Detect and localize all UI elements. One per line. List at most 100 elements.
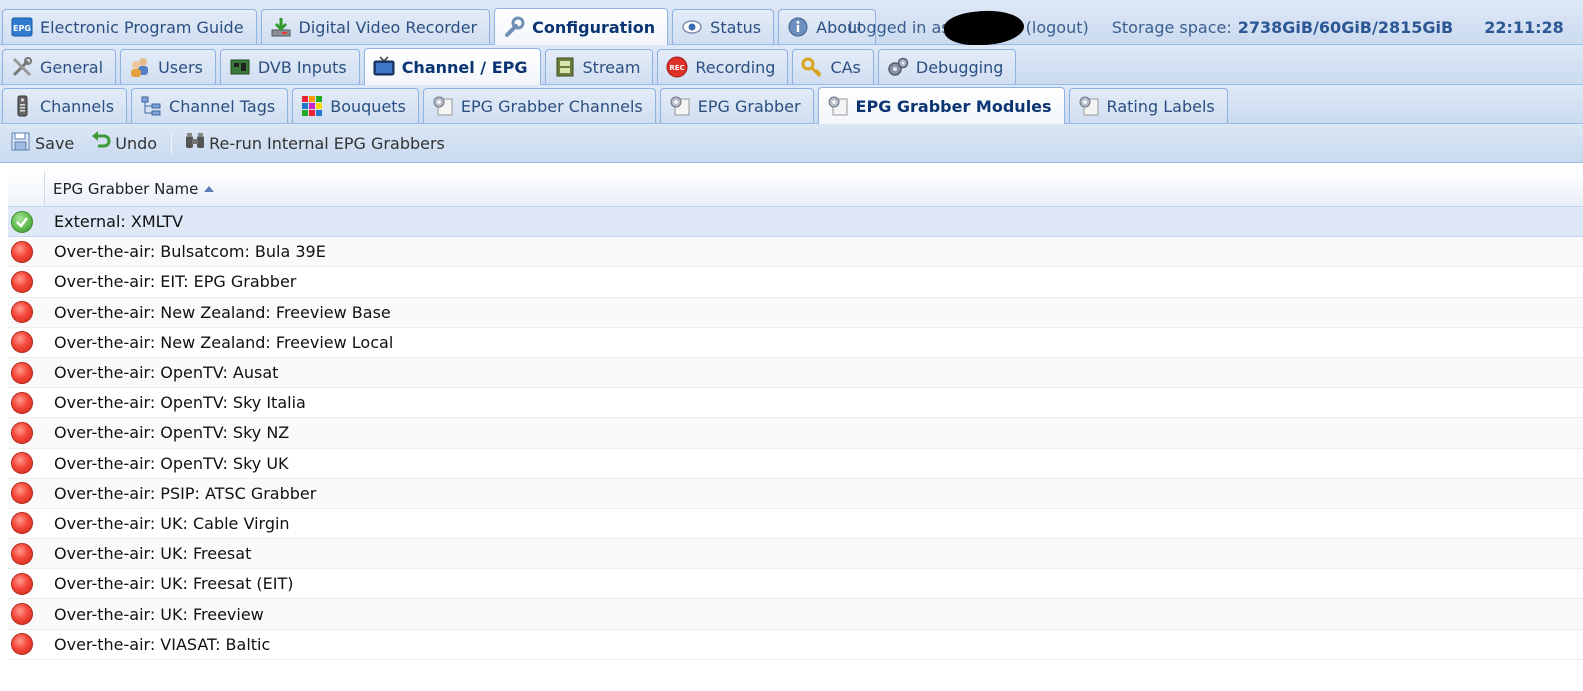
rerun-epg-grabbers-button[interactable]: Re-run Internal EPG Grabbers	[180, 127, 449, 159]
row-name: Over-the-air: UK: Cable Virgin	[54, 513, 290, 533]
row-name: Over-the-air: PSIP: ATSC Grabber	[54, 483, 317, 503]
tools-icon	[11, 56, 33, 78]
tab-label: Channel / EPG	[401, 57, 528, 77]
row-name: External: XMLTV	[54, 212, 184, 232]
grid-header: EPG Grabber Name	[8, 163, 1583, 207]
tab-channels[interactable]: Channels	[2, 88, 128, 123]
rerun-label: Re-run Internal EPG Grabbers	[209, 133, 445, 153]
tab-label: Channels	[40, 96, 115, 116]
table-row[interactable]: External: XMLTV	[8, 207, 1583, 238]
save-icon	[10, 130, 32, 156]
tab-epg-grabber-channels[interactable]: EPG Grabber Channels	[422, 88, 656, 123]
tab-label: EPG Grabber Modules	[855, 96, 1052, 116]
disabled-status-icon	[10, 633, 33, 656]
tab-channel-tags[interactable]: Channel Tags	[131, 88, 289, 123]
table-row[interactable]: Over-the-air: UK: Freesat (EIT)	[8, 569, 1583, 600]
table-row[interactable]: Over-the-air: Bulsatcom: Bula 39E	[8, 237, 1583, 268]
disabled-status-icon	[10, 391, 33, 414]
tab-users[interactable]: Users	[120, 49, 216, 84]
card-icon	[229, 56, 251, 78]
tab-stream[interactable]: Stream	[544, 49, 654, 84]
save-button[interactable]: Save	[6, 127, 78, 159]
row-name: Over-the-air: Bulsatcom: Bula 39E	[54, 242, 326, 262]
undo-button[interactable]: Undo	[86, 127, 161, 159]
disabled-status-icon	[10, 361, 33, 384]
tab-label: Users	[158, 57, 203, 77]
tab-electronic-program-guide[interactable]: EPG Electronic Program Guide	[2, 9, 257, 44]
tab-label: Configuration	[532, 17, 656, 37]
table-row[interactable]: Over-the-air: OpenTV: Ausat	[8, 357, 1583, 389]
gear-doc-icon	[827, 95, 849, 117]
table-row[interactable]: Over-the-air: UK: Freeview	[8, 599, 1583, 630]
epg-icon: EPG	[11, 16, 33, 38]
storage-value: 2738GiB/60GiB/2815GiB	[1237, 17, 1454, 37]
table-row[interactable]: Over-the-air: OpenTV: Sky Italia	[8, 388, 1583, 419]
tab-recording[interactable]: REC Recording	[657, 49, 789, 84]
table-row[interactable]: Over-the-air: UK: Freesat	[8, 539, 1583, 570]
undo-label: Undo	[115, 133, 158, 153]
tab-label: Stream	[582, 57, 641, 77]
tab-channel-epg[interactable]: Channel / EPG	[363, 48, 541, 85]
row-name: Over-the-air: New Zealand: Freeview Base	[54, 302, 391, 322]
table-row[interactable]: Over-the-air: New Zealand: Freeview Base	[8, 297, 1583, 328]
binoculars-icon	[184, 130, 206, 156]
grid-toolbar: Save Undo Re-run Internal EPG Grabbers	[0, 124, 1583, 163]
table-row[interactable]: Over-the-air: OpenTV: Sky UK	[8, 449, 1583, 479]
table-row[interactable]: Over-the-air: New Zealand: Freeview Loca…	[8, 328, 1583, 358]
disabled-status-icon	[10, 572, 33, 595]
tab-digital-video-recorder[interactable]: Digital Video Recorder	[260, 9, 491, 44]
disabled-status-icon	[10, 270, 33, 293]
tree-icon	[140, 95, 162, 117]
tab-label: DVB Inputs	[257, 57, 347, 77]
epg-grabber-modules-grid: EPG Grabber Name External: XMLTV Over-th…	[8, 163, 1583, 660]
clock: 22:11:28	[1484, 17, 1564, 37]
rec-icon: REC	[666, 56, 688, 78]
tab-label: Electronic Program Guide	[40, 17, 244, 37]
tab-label: Bouquets	[330, 96, 406, 116]
tab-label: Debugging	[915, 57, 1004, 77]
redacted-username	[942, 8, 1025, 48]
logout-link[interactable]: (logout)	[1026, 18, 1089, 37]
tab-label: CAs	[830, 57, 861, 77]
table-row[interactable]: Over-the-air: EIT: EPG Grabber	[8, 267, 1583, 298]
download-icon	[270, 16, 292, 38]
row-name: Over-the-air: UK: Freeview	[54, 604, 264, 624]
sort-ascending-icon	[204, 185, 215, 192]
tab-epg-grabber-modules[interactable]: EPG Grabber Modules	[817, 87, 1065, 124]
tab-label: Status	[710, 17, 762, 37]
row-name: Over-the-air: OpenTV: Sky UK	[54, 453, 289, 473]
table-row[interactable]: Over-the-air: PSIP: ATSC Grabber	[8, 478, 1583, 509]
config-tab-bar: General Users DVB Inputs Channel / EPG S…	[0, 45, 1583, 85]
undo-icon	[90, 130, 112, 156]
tab-bouquets[interactable]: Bouquets	[292, 88, 419, 123]
tab-configuration[interactable]: Configuration	[494, 8, 669, 45]
tab-label: Channel Tags	[169, 96, 276, 116]
tab-dvb-inputs[interactable]: DVB Inputs	[219, 49, 360, 84]
disabled-status-icon	[10, 542, 33, 565]
gear-doc-icon	[669, 95, 691, 117]
epg-tab-bar: Channels Channel Tags Bouquets EPG Grabb…	[0, 85, 1583, 124]
svg-text:REC: REC	[670, 64, 685, 72]
row-name: Over-the-air: UK: Freesat	[54, 544, 252, 564]
gear-doc-icon	[432, 95, 454, 117]
tab-general[interactable]: General	[2, 49, 117, 84]
svg-text:EPG: EPG	[13, 24, 31, 33]
disabled-status-icon	[10, 512, 33, 535]
users-icon	[129, 56, 151, 78]
table-row[interactable]: Over-the-air: VIASAT: Baltic	[8, 630, 1583, 660]
table-row[interactable]: Over-the-air: UK: Cable Virgin	[8, 509, 1583, 540]
gears-icon	[887, 56, 909, 78]
tab-epg-grabber[interactable]: EPG Grabber	[659, 88, 814, 123]
header-status-column	[8, 171, 45, 206]
header-epg-grabber-name[interactable]: EPG Grabber Name	[45, 171, 1583, 206]
tab-rating-labels[interactable]: Rating Labels	[1068, 88, 1228, 123]
disabled-status-icon	[10, 482, 33, 505]
tab-status[interactable]: Status	[672, 9, 775, 44]
tab-debugging[interactable]: Debugging	[877, 49, 1017, 84]
logged-in-label: Logged in as	[848, 17, 950, 37]
row-name: Over-the-air: UK: Freesat (EIT)	[54, 574, 294, 594]
table-row[interactable]: Over-the-air: OpenTV: Sky NZ	[8, 418, 1583, 449]
disabled-status-icon	[10, 331, 33, 354]
tab-cas[interactable]: CAs	[792, 49, 874, 84]
main-tab-bar: EPG Electronic Program Guide Digital Vid…	[0, 0, 1583, 48]
